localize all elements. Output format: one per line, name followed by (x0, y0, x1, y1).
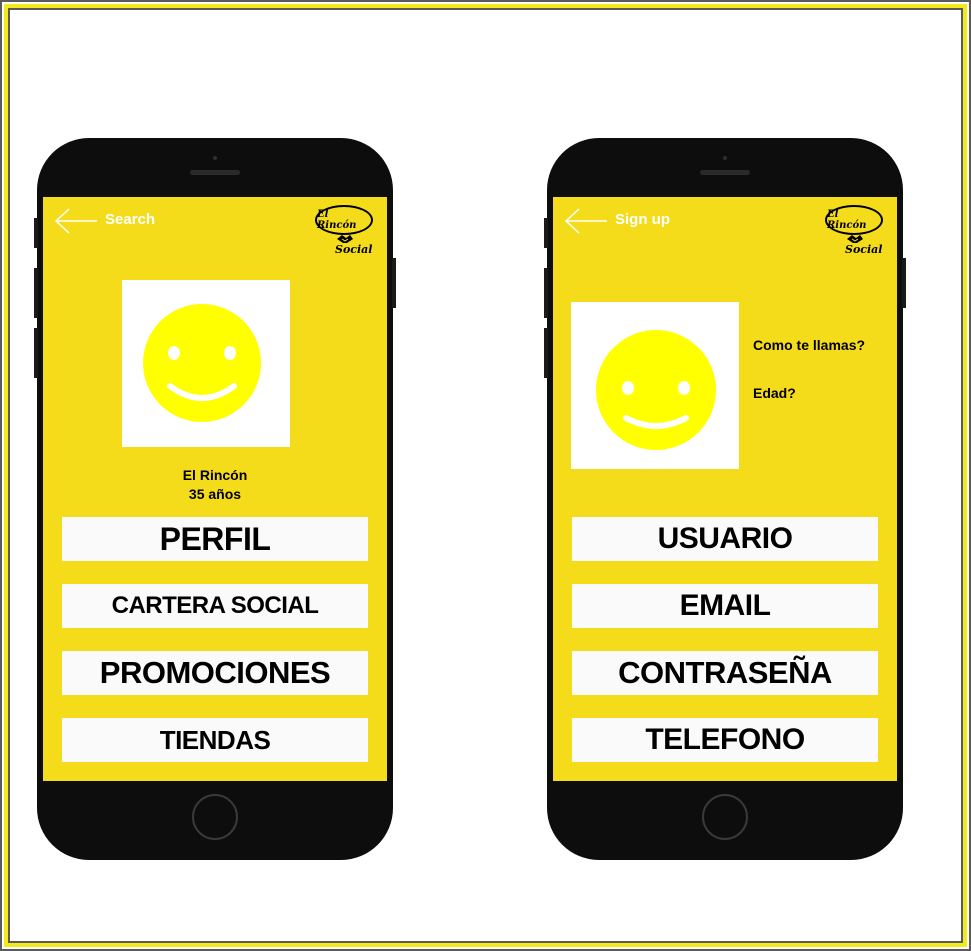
front-camera (213, 156, 217, 160)
logo-wordmark: El Rincón (825, 205, 883, 235)
logo-subtitle: Social (845, 243, 883, 256)
field-usuario[interactable]: USUARIO (572, 517, 878, 561)
volume-down-button (544, 328, 548, 378)
phone-signup-screen: Sign up El Rincón Social Como te llamas?… (544, 138, 906, 860)
logo-wordmark: El Rincón (315, 205, 373, 235)
nav-title: Sign up (615, 211, 670, 228)
volume-down-button (34, 328, 38, 378)
back-arrow-icon[interactable] (563, 207, 609, 235)
front-camera (723, 156, 727, 160)
app-logo: El Rincón Social (821, 203, 889, 261)
home-button[interactable] (702, 794, 748, 840)
profile-age: 35 años (188, 486, 242, 502)
field-email[interactable]: EMAIL (572, 584, 878, 628)
volume-up-button (544, 268, 548, 318)
earpiece-speaker (190, 170, 240, 175)
profile-name: El Rincón (182, 467, 248, 483)
power-button (392, 258, 396, 308)
nav-title: Search (105, 211, 156, 228)
field-contrasena[interactable]: CONTRASEÑA (572, 651, 878, 695)
app-screen: Sign up El Rincón Social Como te llamas?… (553, 197, 897, 781)
app-screen: Search El Rincón Social El Rincón 35 año… (43, 197, 387, 781)
menu-button-tiendas[interactable]: TIENDAS (62, 718, 368, 762)
phone-search-screen: Search El Rincón Social El Rincón 35 año… (34, 138, 396, 860)
logo-subtitle: Social (335, 243, 373, 256)
name-prompt: Como te llamas? (753, 337, 866, 353)
mute-switch (34, 218, 38, 248)
menu-button-promociones[interactable]: PROMOCIONES (62, 651, 368, 695)
menu-button-cartera-social[interactable]: CARTERA SOCIAL (62, 584, 368, 628)
smiley-avatar-icon (596, 330, 716, 450)
home-button[interactable] (192, 794, 238, 840)
menu-button-perfil[interactable]: PERFIL (62, 517, 368, 561)
earpiece-speaker (700, 170, 750, 175)
app-logo: El Rincón Social (311, 203, 379, 261)
mute-switch (544, 218, 548, 248)
back-arrow-icon[interactable] (53, 207, 99, 235)
profile-photo-upload[interactable] (571, 302, 739, 469)
power-button (902, 258, 906, 308)
smiley-avatar-icon (143, 304, 261, 422)
age-prompt: Edad? (753, 385, 796, 401)
volume-up-button (34, 268, 38, 318)
field-telefono[interactable]: TELEFONO (572, 718, 878, 762)
profile-photo[interactable] (122, 280, 290, 447)
